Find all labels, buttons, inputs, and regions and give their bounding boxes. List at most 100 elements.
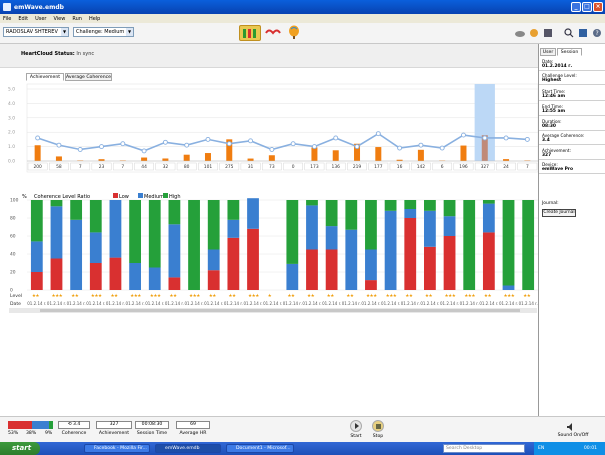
achievement-value: 327	[96, 421, 132, 429]
achievement-bar	[268, 155, 275, 161]
start-button[interactable]	[350, 420, 362, 432]
x-tick-label: 16	[397, 164, 403, 170]
level-star-icon: ★	[98, 293, 102, 299]
balloon-view-button[interactable]	[287, 25, 301, 41]
task-word[interactable]: Document1 - Microsof...	[226, 444, 294, 453]
coherence-value-text: 3.4	[73, 422, 81, 427]
minimize-button[interactable]: _	[571, 2, 581, 12]
menu-run[interactable]: Run	[72, 16, 82, 22]
session-field-value: 12:55 am	[542, 109, 566, 114]
help-icon[interactable]: ?	[592, 25, 602, 41]
task-firefox[interactable]: Facebook - Mozilla Fir...	[84, 444, 150, 453]
search-icon[interactable]	[564, 25, 574, 41]
menu-view[interactable]: View	[53, 16, 65, 22]
medium-segment	[404, 209, 417, 218]
date-tick-label: 01.2.14 r.	[283, 301, 302, 306]
medium-segment	[286, 263, 299, 290]
achievement-bar	[55, 156, 62, 161]
challenge-select[interactable]: Challenge: Medium ▼	[73, 27, 134, 37]
date-tick-label: 01.2.14 r.	[165, 301, 184, 306]
maximize-button[interactable]: □	[582, 2, 592, 12]
level-star-icon: ★	[173, 293, 177, 299]
coherence-point	[77, 147, 83, 152]
scrollbar-thumb[interactable]	[40, 309, 520, 312]
low-segment	[424, 246, 436, 290]
coherence-point	[290, 141, 296, 147]
medium-segment	[247, 198, 259, 229]
y-tick-label: 100	[10, 198, 19, 204]
high-segment	[207, 200, 220, 250]
low-segment	[89, 263, 102, 290]
achievement-bar	[247, 158, 254, 161]
high-segment	[30, 200, 43, 242]
x-tick-label: 275	[225, 164, 234, 170]
sound-toggle-label[interactable]: Sound On/Off	[553, 433, 593, 438]
language-indicator[interactable]: EN	[538, 446, 544, 451]
achievement-chart: 0.0 1.0 2.0 3.0 4.0 5.0 200 58 7 23 7 44 32 80 101 275…	[8, 83, 538, 173]
coherence-point	[269, 147, 275, 152]
settings-icon[interactable]	[543, 25, 553, 41]
medium-segment	[70, 219, 83, 290]
close-button[interactable]: ×	[593, 2, 603, 12]
level-star-icon: ★	[196, 293, 200, 299]
date-row-label: Date	[10, 301, 21, 307]
legend-low: Low	[119, 194, 129, 200]
desktop-search-input[interactable]: Search Desktop	[443, 444, 525, 453]
date-tick-label: 01.2.14 r.	[106, 301, 125, 306]
dropdown-circle-icon[interactable]	[529, 25, 539, 41]
x-tick-label: 173	[310, 164, 319, 170]
session-field: Average Coherence: 3.4	[539, 132, 605, 145]
session-time-label: Session Time	[136, 431, 168, 436]
level-star-icon: ★	[157, 293, 161, 299]
y-tick-label: 2.0	[8, 130, 15, 136]
low-segment	[168, 277, 181, 290]
y-tick-label: 40	[10, 252, 16, 258]
date-tick-label: 01.2.14 r.	[145, 301, 164, 306]
achievement-bar	[98, 159, 105, 161]
task-emwave[interactable]: emWave.emdb	[155, 444, 221, 453]
user-select[interactable]: RADOSLAV SHTEREV ▼	[3, 27, 69, 37]
coherence-point	[35, 135, 41, 141]
y-tick-label: 1.0	[8, 144, 15, 150]
y-tick-label: 0	[10, 288, 13, 294]
date-tick-label: 01.2.14 r.	[185, 301, 204, 306]
tab-achievement[interactable]: Achievement	[26, 73, 64, 81]
high-segment	[148, 200, 161, 268]
user-select-value: RADOSLAV SHTEREV	[6, 29, 58, 35]
medium-segment	[207, 249, 220, 271]
side-tab-user[interactable]: User	[540, 48, 556, 56]
coherence-point	[311, 144, 317, 150]
x-tick-label: 219	[353, 164, 362, 170]
coherence-point	[397, 145, 403, 151]
level-star-icon: ★	[452, 293, 456, 299]
speaker-icon[interactable]	[566, 423, 576, 431]
level-star-icon: ★	[487, 293, 491, 299]
medium-segment	[30, 241, 43, 272]
tab-average-coherence[interactable]: Average Coherence	[65, 73, 112, 81]
book-icon[interactable]	[578, 25, 588, 41]
app-icon	[3, 3, 11, 11]
menu-edit[interactable]: Edit	[18, 16, 28, 22]
low-segment	[109, 257, 122, 290]
svg-text:?: ?	[596, 30, 599, 37]
stop-button[interactable]	[372, 420, 384, 432]
medium-segment	[365, 249, 377, 281]
title-bar: emWave.emdb _ □ ×	[0, 0, 605, 14]
x-tick-label: 32	[163, 164, 169, 170]
bar-chart-view-button[interactable]	[239, 25, 261, 41]
menu-user[interactable]: User	[35, 16, 46, 22]
heart-view-button[interactable]	[264, 25, 282, 41]
side-tab-session[interactable]: Session	[557, 48, 582, 56]
high-segment	[502, 200, 515, 286]
create-journal-button[interactable]: Create Journal	[542, 209, 576, 217]
level-star-icon: ★	[35, 293, 39, 299]
windows-start-button[interactable]: start	[0, 442, 40, 455]
achievement-bar	[375, 147, 382, 161]
x-tick-label: 80	[184, 164, 190, 170]
high-segment	[70, 200, 83, 220]
cloud-icon[interactable]	[514, 25, 526, 41]
menu-help[interactable]: Help	[89, 16, 100, 22]
session-field-value: 08:30	[542, 124, 556, 129]
heart-icon	[265, 29, 281, 35]
menu-file[interactable]: File	[3, 16, 11, 22]
